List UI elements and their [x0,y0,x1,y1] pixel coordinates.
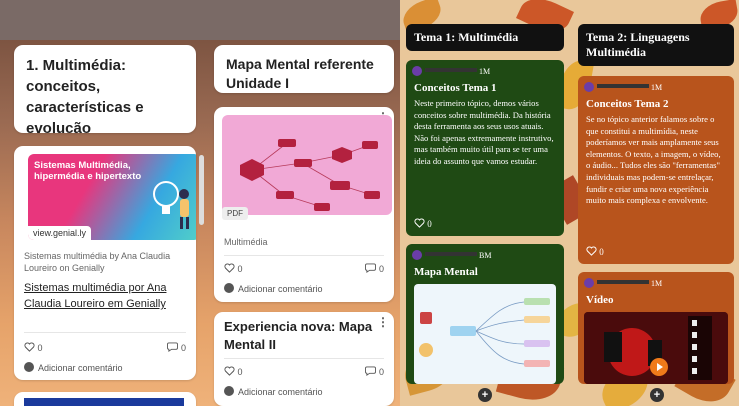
mindmap-preview-icon [419,298,550,367]
author-name-redacted [597,280,649,284]
comment-count-button[interactable]: 0 [167,342,186,353]
comment-count-button[interactable]: 0 [365,366,384,377]
tema-2-title[interactable]: Tema 2: Linguagens Multimédia [578,24,734,66]
video-card[interactable]: 1M Vídeo [578,272,734,384]
reactions-row: 0 0 [224,366,384,377]
mindmap-2-title: Experiencia nova: Mapa Mental II [224,319,373,352]
heart-icon [224,263,235,273]
pdf-badge: PDF [222,207,248,220]
conceitos-tema-1-card[interactable]: 1M Conceitos Tema 1 Neste primeiro tópic… [406,60,564,236]
like-count: 0 [237,367,243,377]
post-divider [224,358,384,359]
comment-icon [365,263,377,273]
post-time: BM [479,251,492,260]
like-button[interactable]: 0 [224,263,243,274]
play-button[interactable] [650,358,668,376]
comment-icon [167,342,179,352]
like-count: 0 [427,219,432,229]
column-1-scrollbar[interactable] [199,155,204,225]
reactions-row: 0 0 [24,342,186,353]
board-header-band [0,0,400,40]
author-avatar-icon [584,82,594,92]
like-count: 0 [237,264,243,274]
heart-icon [414,218,425,228]
mapa-mental-thumbnail[interactable] [414,284,556,384]
user-avatar-icon [24,362,34,372]
user-avatar-icon [224,283,234,293]
left-board: 1. Multimédia: conceitos, característica… [0,0,400,406]
heart-icon [24,342,35,352]
like-count: 0 [599,247,604,257]
post-time: 1M [651,279,663,288]
genially-url: view.genial.ly [28,226,92,240]
like-button[interactable]: 0 [224,366,243,377]
add-comment-label: Adicionar comentário [38,363,123,373]
comment-count: 0 [378,367,384,377]
author-name-redacted [425,252,477,256]
column-1-title: 1. Multimédia: conceitos, característica… [26,57,144,133]
video-thumbnail[interactable] [584,312,728,384]
column-1-title-card[interactable]: 1. Multimédia: conceitos, característica… [14,45,196,133]
author-avatar-icon [584,278,594,288]
post-author: BM [412,250,491,260]
conceitos-tema-1-body: Neste primeiro tópico, demos vários conc… [414,98,554,166]
reactions-row: 0 0 [224,263,384,274]
post-divider [224,255,384,256]
mindmap-thumbnail[interactable] [222,115,392,215]
mapa-mental-card[interactable]: BM Mapa Mental [406,244,564,384]
conceitos-tema-2-body: Se no tópico anterior falamos sobre o qu… [586,114,721,206]
right-board: Tema 1: Multimédia 1M Conceitos Tema 1 N… [400,0,739,406]
like-button[interactable]: 0 [24,342,43,353]
like-button[interactable]: 0 [586,246,604,257]
author-avatar-icon [412,66,422,76]
mindmap-2-post-card[interactable]: ⋮ Experiencia nova: Mapa Mental II 0 0 A… [214,312,394,406]
genially-thumbnail-title: Sistemas Multimédia, hipermédia e hipert… [34,160,142,182]
tema-1-title[interactable]: Tema 1: Multimédia [406,24,564,51]
add-comment-row[interactable]: Adicionar comentário [24,362,186,373]
post-time: 1M [651,83,663,92]
conceitos-tema-2-card[interactable]: 1M Conceitos Tema 2 Se no tópico anterio… [578,76,734,264]
comment-count-button[interactable]: 0 [365,263,384,274]
user-avatar-icon [224,386,234,396]
mindmap-post-card[interactable]: ⋮ PD [214,107,394,302]
like-count: 0 [37,343,43,353]
person-illustration-icon [153,181,189,229]
genially-post-card[interactable]: Sistemas Multimédia, hipermédia e hipert… [14,146,196,380]
add-comment-label: Adicionar comentário [238,387,323,397]
post-divider [24,332,186,333]
add-comment-row[interactable]: Adicionar comentário [224,386,384,397]
add-post-button-col2[interactable]: + [650,388,664,402]
add-post-button-col1[interactable]: + [478,388,492,402]
add-comment-label: Adicionar comentário [238,284,323,294]
post-author: 1M [584,278,662,288]
like-button[interactable]: 0 [414,218,432,229]
author-name-redacted [425,68,477,72]
comment-icon [365,366,377,376]
genially-thumbnail[interactable]: Sistemas Multimédia, hipermédia e hipert… [28,154,196,240]
conceitos-tema-1-heading: Conceitos Tema 1 [414,82,497,94]
next-post-card[interactable] [14,392,196,406]
post-author: 1M [584,82,662,92]
column-2-title-card[interactable]: Mapa Mental referente Unidade I [214,45,394,93]
next-post-thumbnail [24,398,184,406]
heart-icon [586,246,597,256]
comment-count: 0 [180,343,186,353]
mindmap-diagram-icon [240,139,380,211]
video-heading: Vídeo [586,294,614,306]
play-icon [657,363,663,371]
genially-meta: Sistemas multimédia by Ana Claudia Loure… [24,251,171,273]
author-name-redacted [597,84,649,88]
comment-count: 0 [378,264,384,274]
column-2-title: Mapa Mental referente Unidade I [226,56,374,91]
post-author: 1M [412,66,490,76]
heart-icon [224,366,235,376]
author-avatar-icon [412,250,422,260]
mapa-mental-heading: Mapa Mental [414,266,478,278]
add-comment-row[interactable]: Adicionar comentário [224,283,384,294]
mindmap-caption: Multimédia [224,237,268,247]
genially-link[interactable]: Sistemas multimédia por Ana Claudia Lour… [24,280,189,312]
conceitos-tema-2-heading: Conceitos Tema 2 [586,98,669,110]
post-time: 1M [479,67,491,76]
